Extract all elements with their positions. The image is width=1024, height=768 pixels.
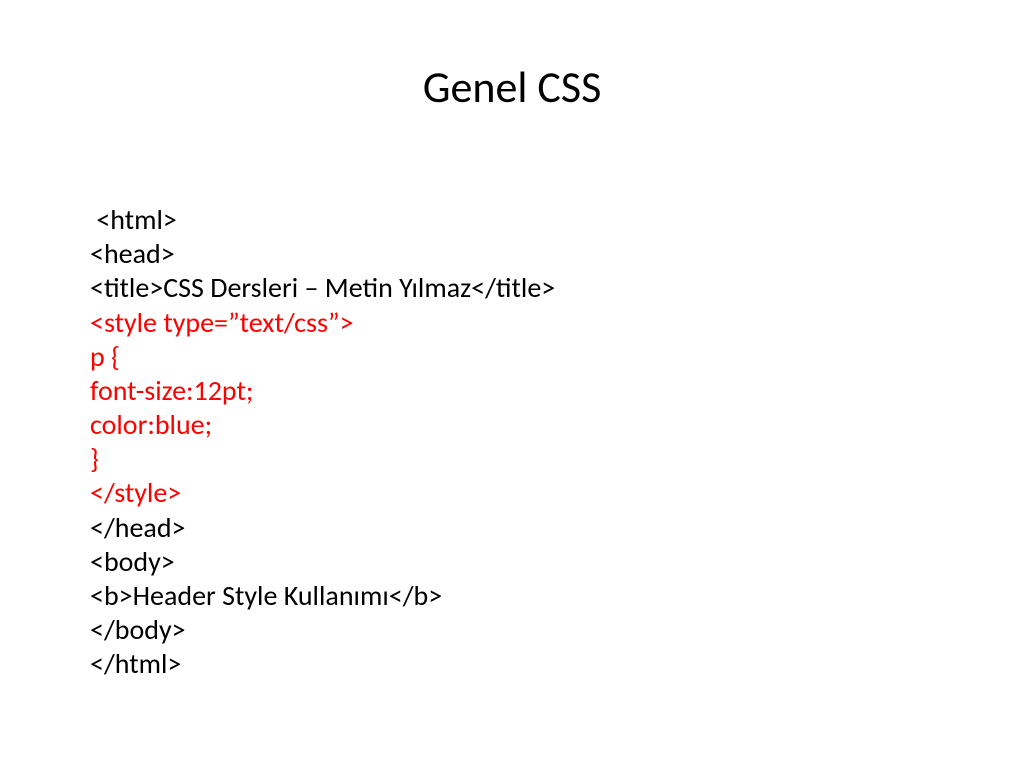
code-block: <html> <head> <title>CSS Dersleri – Meti… [90,169,934,681]
code-line: </head> [90,510,185,545]
code-line: <b>Header Style Kullanımı</b> [90,578,442,613]
code-line: </html> [90,646,181,681]
code-line: <body> [90,544,175,579]
code-line: <head> [90,236,175,271]
code-line: color:blue; [90,407,212,442]
code-line: <style type=”text/css”> [90,305,354,340]
slide: Genel CSS <html> <head> <title>CSS Dersl… [0,0,1024,768]
code-line: <title>CSS Dersleri – Metin Yılmaz</titl… [90,270,555,305]
code-line: </style> [90,475,181,510]
page-title: Genel CSS [90,60,934,114]
code-line: p { [90,339,120,374]
code-line: font-size:12pt; [90,373,253,408]
code-line: <html> [90,202,177,237]
code-line: } [90,441,99,476]
code-line: </body> [90,612,186,647]
